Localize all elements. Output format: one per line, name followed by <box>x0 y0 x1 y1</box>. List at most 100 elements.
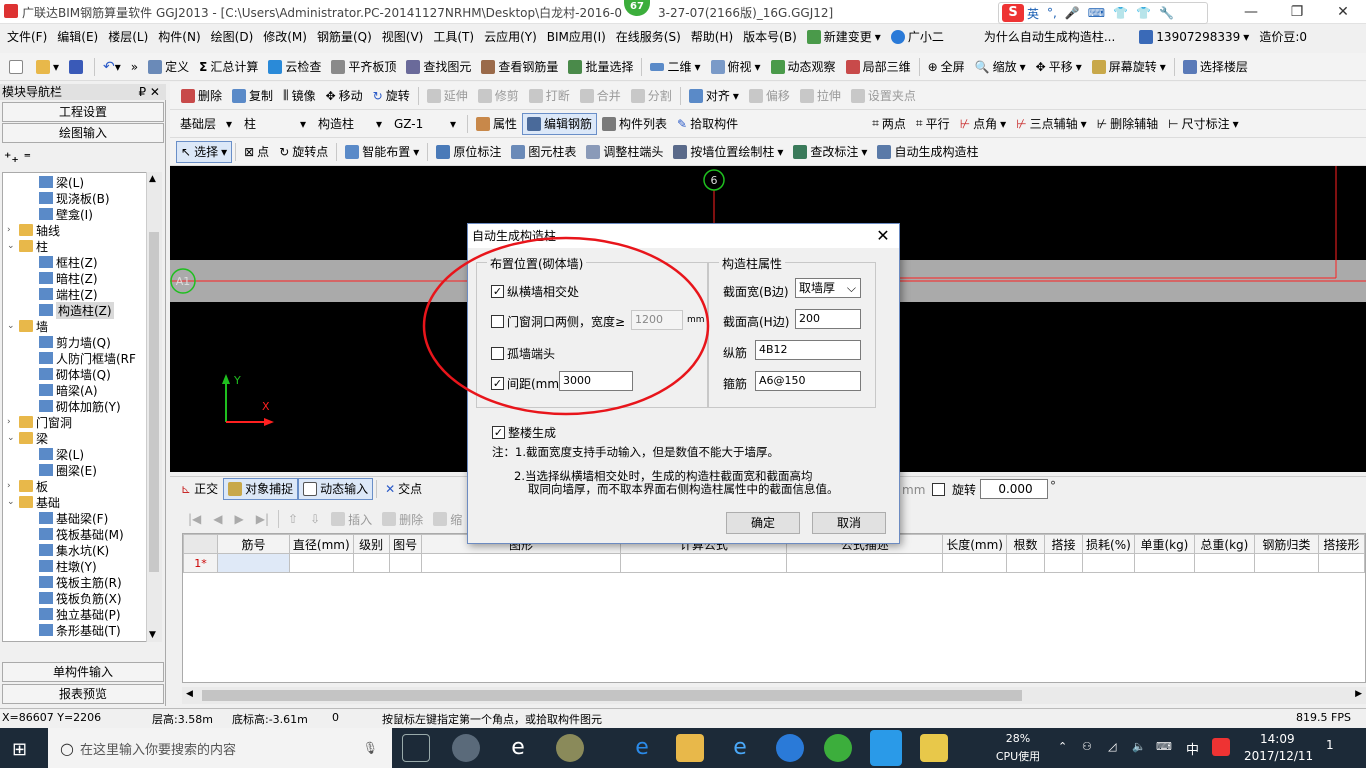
more-button[interactable]: » <box>126 56 143 78</box>
move-down-icon[interactable]: ⇩ <box>310 512 320 526</box>
cell-count[interactable] <box>1005 553 1045 573</box>
fan-app-icon[interactable] <box>452 734 480 762</box>
rotate-checkbox[interactable]: 旋转 <box>932 481 976 498</box>
pick-component-button[interactable]: ✎ 拾取构件 <box>672 113 743 135</box>
menu-floor[interactable]: 楼层(L) <box>103 25 153 49</box>
glodon-app-icon[interactable] <box>776 734 804 762</box>
col-unit-weight[interactable]: 单重(kg) <box>1133 534 1195 554</box>
cell-grade[interactable] <box>352 553 390 573</box>
rotate-checkbox-box[interactable] <box>932 483 945 496</box>
microphone-icon[interactable]: 🎙 <box>363 741 378 755</box>
expand-collapse-icon[interactable]: ⁺₊ ⁼ <box>4 150 31 166</box>
ie-app-icon[interactable]: e <box>726 734 754 762</box>
browser-app-icon[interactable] <box>556 734 584 762</box>
move-up-icon[interactable]: ⇧ <box>288 512 298 526</box>
tree-item[interactable]: 端柱(Z) <box>39 286 98 302</box>
expand-icon[interactable]: › <box>7 417 17 427</box>
project-settings-button[interactable]: 工程设置 <box>2 102 164 122</box>
rotate-button[interactable]: ↻ 旋转 <box>368 85 415 107</box>
table-horizontal-scrollbar[interactable]: ◀ ▶ <box>182 687 1366 704</box>
three-point-axis-dropdown[interactable]: ⊬ 三点辅轴 ▾ <box>1011 113 1092 135</box>
edit-annotation-dropdown[interactable]: 查改标注 ▾ <box>788 141 872 163</box>
cloud-check-button[interactable]: 云检查 <box>263 56 326 78</box>
ime-lang-indicator[interactable]: 中 <box>1186 739 1199 758</box>
clock-time[interactable]: 14:09 <box>1260 732 1295 746</box>
file-explorer-icon[interactable] <box>676 734 704 762</box>
network-icon[interactable]: ◿ <box>1108 740 1116 753</box>
tree-item[interactable]: 框柱(Z) <box>39 254 98 270</box>
sogou-tray-icon[interactable] <box>1212 738 1230 756</box>
col-total-weight[interactable]: 总重(kg) <box>1193 534 1255 554</box>
menu-draw[interactable]: 绘图(D) <box>206 25 259 49</box>
stretch-button[interactable]: 拉伸 <box>795 85 846 107</box>
tree-item[interactable]: 砌体墙(Q) <box>39 366 111 382</box>
tree-vertical-scrollbar[interactable]: ▲ ▼ <box>146 172 162 642</box>
beans-count[interactable]: 造价豆:0 <box>1254 25 1312 49</box>
mirror-button[interactable]: ⫼ 镜像 <box>278 85 321 107</box>
floor-select[interactable]: 基础层 ▾ <box>176 114 236 134</box>
tree-folder[interactable]: ⌄ 柱 <box>7 238 48 254</box>
tree-item[interactable]: 基础梁(F) <box>39 510 108 526</box>
fullscreen-button[interactable]: ⊕ 全屏 <box>923 56 970 78</box>
adjust-column-end-button[interactable]: 调整柱端头 <box>581 141 668 163</box>
close-window-button[interactable]: ✕ <box>1320 0 1366 24</box>
cell-loss[interactable] <box>1081 553 1135 573</box>
tree-item[interactable]: 暗柱(Z) <box>39 270 98 286</box>
task-view-icon[interactable] <box>402 734 430 762</box>
tree-item[interactable]: 人防门框墙(RF <box>39 350 136 366</box>
zoom-dropdown[interactable]: 🔍 缩放 ▾ <box>970 56 1031 78</box>
clock-date[interactable]: 2017/12/11 <box>1244 749 1313 763</box>
windows-start-icon[interactable]: ⊞ <box>12 739 27 760</box>
intersection-snap-button[interactable]: ✕ 交点 <box>380 478 427 500</box>
auto-generate-column-button[interactable]: 自动生成构造柱 <box>872 141 983 163</box>
col-figure-no[interactable]: 图号 <box>388 534 422 554</box>
menu-file[interactable]: 文件(F) <box>2 25 52 49</box>
subtype-select[interactable]: 构造柱 ▾ <box>314 114 386 134</box>
pin-close-icon[interactable]: ₽ ✕ <box>138 84 160 100</box>
align-dropdown[interactable]: 对齐 ▾ <box>684 85 744 107</box>
select-tool-button[interactable]: ↖ 选择 ▾ <box>176 140 233 163</box>
view-2d-dropdown[interactable]: 二维 ▾ <box>645 56 705 78</box>
active-app-icon[interactable] <box>870 730 902 766</box>
tree-folder[interactable]: ⌄ 梁 <box>7 430 48 446</box>
ime-skin-icon[interactable]: 👕 <box>1113 6 1128 20</box>
break-button[interactable]: 打断 <box>524 85 575 107</box>
menu-bim[interactable]: BIM应用(I) <box>542 25 611 49</box>
ime-punct-icon[interactable]: °, <box>1047 6 1057 20</box>
single-component-input-button[interactable]: 单构件输入 <box>2 662 164 682</box>
type-select[interactable]: 柱 ▾ <box>240 114 310 134</box>
calculate-button[interactable]: Σ 汇总计算 <box>194 56 263 78</box>
cell-category[interactable] <box>1253 553 1319 573</box>
collapse-icon[interactable]: ⌄ <box>7 321 17 331</box>
menu-modify[interactable]: 修改(M) <box>258 25 312 49</box>
local-3d-button[interactable]: 局部三维 <box>841 56 916 78</box>
top-view-dropdown[interactable]: 俯视 ▾ <box>706 56 766 78</box>
smart-layout-dropdown[interactable]: 智能布置 ▾ <box>340 141 424 163</box>
tree-item[interactable]: 现浇板(B) <box>39 190 110 206</box>
expand-icon[interactable]: › <box>7 225 17 235</box>
offset-button[interactable]: 偏移 <box>744 85 795 107</box>
ime-keyboard-icon[interactable]: ⌨ <box>1088 6 1105 20</box>
menu-view[interactable]: 视图(V) <box>377 25 429 49</box>
draw-column-by-wall-dropdown[interactable]: 按墙位置绘制柱 ▾ <box>668 141 788 163</box>
menu-version[interactable]: 版本号(B) <box>738 25 802 49</box>
tree-item[interactable]: 构造柱(Z) <box>39 301 114 319</box>
menu-help[interactable]: 帮助(H) <box>686 25 738 49</box>
tree-folder[interactable]: ⌄ 基础 <box>7 494 60 510</box>
volume-icon[interactable]: 🔈 <box>1132 740 1146 753</box>
menu-online[interactable]: 在线服务(S) <box>611 25 686 49</box>
point-button[interactable]: ⊠ 点 <box>239 141 274 163</box>
col-lap-type[interactable]: 搭接形 <box>1317 534 1366 554</box>
dialog-close-icon[interactable]: ✕ <box>873 226 893 245</box>
split-button[interactable]: 分割 <box>626 85 677 107</box>
ie-icon[interactable]: e <box>504 734 532 762</box>
rotate-point-button[interactable]: ↻ 旋转点 <box>274 141 333 163</box>
point-angle-dropdown[interactable]: ⊬ 点角 ▾ <box>955 113 1012 135</box>
dynamic-view-button[interactable]: 动态观察 <box>766 56 841 78</box>
table-row[interactable]: 1* <box>183 553 1366 573</box>
col-grade[interactable]: 级别 <box>352 534 390 554</box>
delete-axis-button[interactable]: ⊬ 删除辅轴 <box>1092 113 1163 135</box>
align-slab-top-button[interactable]: 平齐板顶 <box>326 56 401 78</box>
cell-lap[interactable] <box>1043 553 1083 573</box>
select-floor-button[interactable]: 选择楼层 <box>1178 56 1253 78</box>
